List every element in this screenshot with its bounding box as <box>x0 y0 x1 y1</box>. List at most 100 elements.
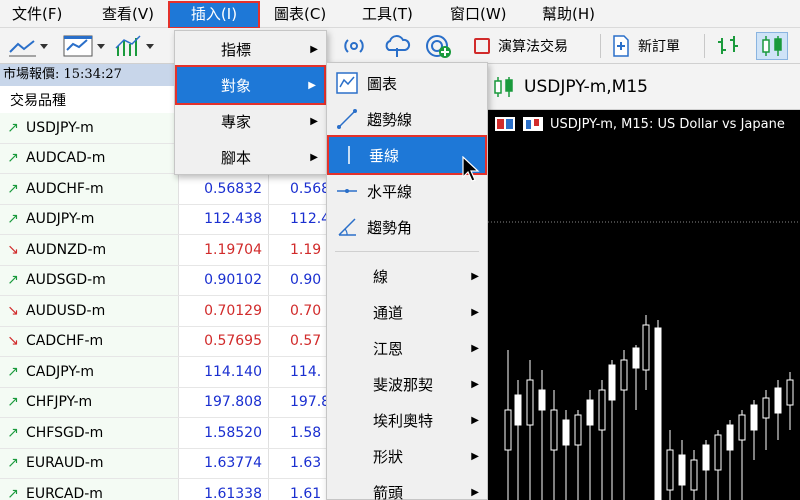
symbol-name: CHFJPY-m <box>26 394 93 411</box>
arrow-up-right-icon: ↗ <box>7 180 19 197</box>
chart-window-title-text: USDJPY-m,M15 <box>524 76 648 97</box>
market-watch-row[interactable]: ↗ CADJPY-m 114.140 114. <box>0 357 330 388</box>
objects-menu-shapes-label: 形狀 <box>373 447 404 466</box>
insert-menu-objects[interactable]: 對象 ▶ <box>175 65 326 105</box>
algo-trading-label: 演算法交易 <box>498 39 568 55</box>
insert-menu-experts-label: 專家 <box>221 112 252 131</box>
arrow-up-right-icon: ↗ <box>7 363 19 380</box>
objects-menu-fibonacci[interactable]: 斐波那契 ▶ <box>327 366 487 402</box>
bid-price: 0.56832 <box>204 180 262 197</box>
arrow-up-right-icon: ↗ <box>7 272 19 289</box>
toolbar-separator <box>704 34 705 58</box>
line-chart-icon <box>9 40 48 57</box>
arrow-up-right-icon: ↗ <box>7 485 19 500</box>
insert-menu-objects-label: 對象 <box>221 76 252 95</box>
mouse-cursor-icon <box>462 156 480 182</box>
objects-menu-trend-angle[interactable]: 趨勢角 <box>327 209 487 245</box>
objects-menu-fibonacci-label: 斐波那契 <box>373 375 434 394</box>
objects-menu-charts[interactable]: 圖表 <box>327 65 487 101</box>
objects-menu-channels[interactable]: 通道 ▶ <box>327 294 487 330</box>
arrow-down-right-icon: ↘ <box>7 302 19 319</box>
market-watch-row[interactable]: ↗ AUDCHF-m 0.56832 0.568 <box>0 174 330 205</box>
bar-mode-button[interactable] <box>714 32 744 60</box>
toolbar-separator <box>600 34 601 58</box>
market-watch-row[interactable]: ↘ CADCHF-m 0.57695 0.57 <box>0 327 330 357</box>
line-chart-button[interactable] <box>6 32 50 60</box>
chart-window-icon <box>63 35 105 57</box>
market-watch-row[interactable]: ↗ EURCAD-m 1.61338 1.61 <box>0 479 330 500</box>
ask-price: 0.57 <box>290 333 322 350</box>
objects-menu-lines[interactable]: 線 ▶ <box>327 258 487 294</box>
ask-price: 114. <box>290 363 322 380</box>
objects-menu-gann[interactable]: 江恩 ▶ <box>327 330 487 366</box>
menu-help[interactable]: 幫助(H) <box>536 3 601 27</box>
vps-icon <box>426 35 451 58</box>
menu-charts[interactable]: 圖表(C) <box>268 3 332 27</box>
candle-mode-button[interactable] <box>756 32 788 60</box>
signal-button[interactable] <box>340 32 368 60</box>
bid-price: 0.57695 <box>204 333 262 350</box>
new-order-button[interactable]: 新訂單 <box>610 32 680 60</box>
market-watch-row[interactable]: ↘ AUDUSD-m 0.70129 0.70 <box>0 296 330 327</box>
arrow-up-right-icon: ↗ <box>7 211 19 228</box>
chart-window-title[interactable]: USDJPY-m,M15 <box>488 64 800 110</box>
objects-menu-arrows-label: 箭頭 <box>373 483 404 500</box>
market-watch-row[interactable]: ↘ AUDNZD-m 1.19704 1.19 <box>0 235 330 266</box>
menu-separator <box>335 251 479 252</box>
objects-menu-channels-label: 通道 <box>373 303 404 322</box>
trend-angle-icon <box>338 218 356 236</box>
indicators-icon <box>115 35 154 56</box>
menu-window[interactable]: 窗口(W) <box>444 3 513 27</box>
insert-menu-scripts[interactable]: 腳本 ▶ <box>175 139 326 175</box>
ask-price: 112.4 <box>290 211 330 228</box>
cloud-button[interactable] <box>382 32 412 60</box>
insert-menu-indicators[interactable]: 指標 ▶ <box>175 31 326 67</box>
objects-menu-gann-label: 江恩 <box>373 339 404 358</box>
bid-price: 112.438 <box>204 211 262 228</box>
menu-file[interactable]: 文件(F) <box>6 3 68 27</box>
insert-menu-indicators-label: 指標 <box>221 40 252 59</box>
arrow-up-right-icon: ↗ <box>7 424 19 441</box>
bid-price: 1.19704 <box>204 241 262 258</box>
symbol-name: AUDJPY-m <box>26 211 95 228</box>
algo-trading-button[interactable]: 演算法交易 <box>472 32 568 60</box>
bid-price: 0.90102 <box>204 272 262 289</box>
objects-menu-vertical-line-label: 垂線 <box>369 146 400 165</box>
arrow-up-right-icon: ↗ <box>7 150 19 167</box>
market-watch-row[interactable]: ↗ CHFSGD-m 1.58520 1.58 <box>0 418 330 449</box>
insert-menu-experts[interactable]: 專家 ▶ <box>175 103 326 139</box>
objects-menu-trendline[interactable]: 趨勢線 <box>327 101 487 137</box>
objects-menu-lines-label: 線 <box>373 267 389 286</box>
price-chart[interactable]: USDJPY-m, M15: US Dollar vs Japane <box>488 110 800 500</box>
ask-price: 0.70 <box>290 302 322 319</box>
symbol-name: CADJPY-m <box>26 363 94 380</box>
new-order-label: 新訂單 <box>638 39 680 55</box>
objects-menu-arrows[interactable]: 箭頭 ▶ <box>327 474 487 500</box>
market-watch-row[interactable]: ↗ AUDJPY-m 112.438 112.4 <box>0 205 330 235</box>
objects-menu-elliott[interactable]: 埃利奧特 ▶ <box>327 402 487 438</box>
market-watch-row[interactable]: ↗ CHFJPY-m 197.808 197.8 <box>0 388 330 418</box>
market-watch-row[interactable]: ↗ EURAUD-m 1.63774 1.63 <box>0 449 330 479</box>
bid-price: 1.61338 <box>204 485 262 500</box>
horizontal-line-icon <box>337 189 357 193</box>
menu-tools[interactable]: 工具(T) <box>356 3 419 27</box>
bar-chart-button[interactable] <box>60 32 108 60</box>
menu-bar: 文件(F) 查看(V) 插入(I) 圖表(C) 工具(T) 窗口(W) 幫助(H… <box>0 0 800 29</box>
market-watch-row[interactable]: ↗ AUDSGD-m 0.90102 0.90 <box>0 266 330 296</box>
vps-button[interactable] <box>424 32 454 60</box>
menu-view[interactable]: 查看(V) <box>96 3 160 27</box>
submenu-arrow-icon: ▶ <box>310 43 318 55</box>
menu-insert[interactable]: 插入(I) <box>168 1 260 29</box>
objects-submenu: 圖表 趨勢線 垂線 水平線 趨勢角 線 ▶ 通道 ▶ 江恩 ▶ 斐波那契 ▶ 埃… <box>326 62 488 500</box>
symbol-name: AUDUSD-m <box>26 302 106 319</box>
objects-menu-shapes[interactable]: 形狀 ▶ <box>327 438 487 474</box>
objects-menu-charts-label: 圖表 <box>367 74 398 93</box>
ask-price: 0.568 <box>290 180 330 197</box>
ask-price: 0.90 <box>290 272 322 289</box>
stop-icon <box>474 38 490 54</box>
indicators-button[interactable] <box>112 32 160 60</box>
submenu-arrow-icon: ▶ <box>471 378 479 390</box>
arrow-up-right-icon: ↗ <box>7 394 19 411</box>
cloud-icon <box>385 35 411 57</box>
symbol-name: CADCHF-m <box>26 333 104 350</box>
